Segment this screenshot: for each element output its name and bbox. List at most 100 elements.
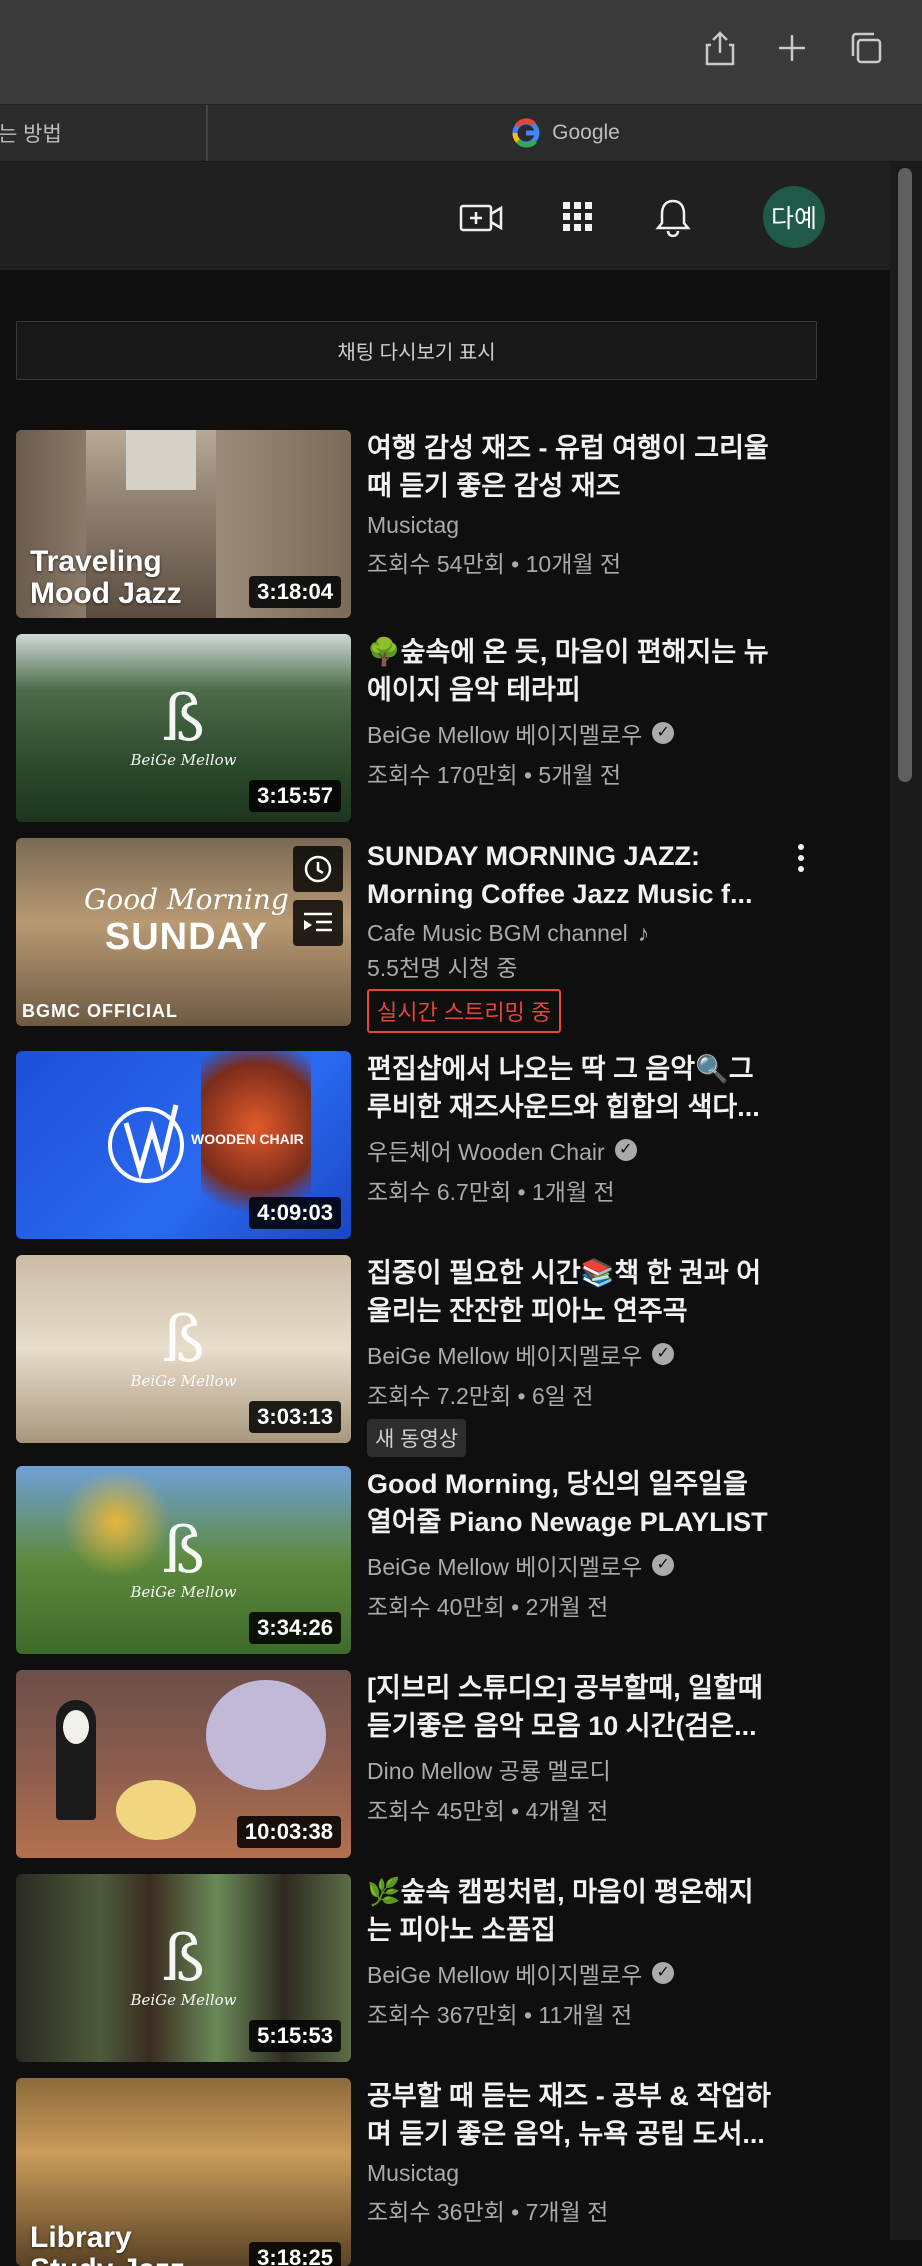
tab-previous[interactable]: 는 방법 [0, 105, 208, 161]
beige-mellow-logo: ß BeiGe Mellow [130, 682, 237, 769]
video-meta: 여행 감성 재즈 - 유럽 여행이 그리울 때 듣기 좋은 감성 재즈 Musi… [367, 430, 807, 579]
channel-name[interactable]: BeiGe Mellow 베이지멜로우 ✓ [367, 716, 807, 750]
video-duration: 3:03:13 [249, 1401, 341, 1433]
video-thumbnail[interactable]: Good Morning SUNDAY BGMC OFFICIAL [16, 838, 351, 1026]
browser-toolbar [0, 0, 922, 105]
video-title[interactable]: SUNDAY MORNING JAZZ: [367, 836, 807, 876]
list-item[interactable]: Good Morning SUNDAY BGMC OFFICIAL SUNDAY … [16, 838, 816, 1033]
live-viewers: 5.5천명 시청 중 [367, 955, 518, 981]
video-thumbnail[interactable]: ß BeiGe Mellow 3:15:57 [16, 634, 351, 822]
list-item[interactable]: ß BeiGe Mellow 3:15:57 🌳숲속에 온 듯, 마음이 편해지는… [16, 634, 816, 822]
avatar[interactable]: 다예 [763, 186, 825, 248]
thumbnail-title-text: Good Morning SUNDAY [84, 883, 289, 958]
video-title-line2[interactable]: 루비한 재즈사운드와 힙합의 색다... [367, 1087, 807, 1127]
channel-name[interactable]: BeiGe Mellow 베이지멜로우 ✓ [367, 1337, 807, 1371]
video-title[interactable]: 공부할 때 듣는 재즈 - 공부 & 작업하 [367, 2076, 807, 2116]
video-title-line2[interactable]: 열어줄 Piano Newage PLAYLIST [367, 1502, 807, 1542]
channel-name[interactable]: BeiGe Mellow 베이지멜로우 ✓ [367, 1956, 807, 1990]
video-thumbnail[interactable]: 10:03:38 [16, 1670, 351, 1858]
video-title-line2[interactable]: 듣기좋은 음악 모음 10 시간(검은... [367, 1706, 807, 1746]
video-thumbnail[interactable]: LibraryStudy Jazz 3:18:25 [16, 2078, 351, 2266]
video-meta: 공부할 때 듣는 재즈 - 공부 & 작업하 며 듣기 좋은 음악, 뉴욕 공립… [367, 2078, 807, 2227]
list-item[interactable]: 10:03:38 [지브리 스튜디오] 공부할때, 일할때 듣기좋은 음악 모음… [16, 1670, 816, 1858]
video-meta: 편집샵에서 나오는 딱 그 음악🔍그 루비한 재즈사운드와 힙합의 색다... … [367, 1051, 807, 1207]
add-to-queue-icon[interactable] [293, 900, 343, 946]
video-thumbnail[interactable]: ß BeiGe Mellow 3:34:26 [16, 1466, 351, 1654]
video-title-line2[interactable]: 때 듣기 좋은 감성 재즈 [367, 466, 807, 506]
beige-mellow-logo: ß BeiGe Mellow [130, 1514, 237, 1601]
thumbnail-title-text: LibraryStudy Jazz [30, 2221, 185, 2266]
video-stats: 조회수 54만회 • 10개월 전 [367, 551, 622, 577]
channel-name[interactable]: 우든체어 Wooden Chair ✓ [367, 1133, 807, 1167]
list-item[interactable]: ß BeiGe Mellow 5:15:53 🌿숲속 캠핑처럼, 마음이 평온해지… [16, 1874, 816, 2062]
verified-check-icon: ✓ [652, 1343, 675, 1365]
list-item[interactable]: LibraryStudy Jazz 3:18:25 공부할 때 듣는 재즈 - … [16, 2078, 816, 2266]
tab-google[interactable]: Google [208, 105, 922, 161]
video-stats: 조회수 36만회 • 7개월 전 [367, 2199, 609, 2225]
video-title[interactable]: 여행 감성 재즈 - 유럽 여행이 그리울 [367, 428, 807, 468]
channel-name[interactable]: Musictag [367, 2160, 807, 2187]
tab-label: 는 방법 [0, 123, 62, 146]
video-meta: 집중이 필요한 시간📚책 한 권과 어 울리는 잔잔한 피아노 연주곡 BeiG… [367, 1255, 807, 1457]
list-item[interactable]: ß BeiGe Mellow 3:34:26 Good Morning, 당신의 … [16, 1466, 816, 1654]
verified-check-icon: ✓ [652, 1554, 675, 1576]
youtube-header: 다예 [0, 162, 890, 270]
video-title[interactable]: 🌿숲속 캠핑처럼, 마음이 평온해지 [367, 1872, 807, 1912]
beige-mellow-logo: ß BeiGe Mellow [130, 1303, 237, 1390]
video-title-line2[interactable]: 에이지 음악 테라피 [367, 670, 807, 710]
video-duration: 5:15:53 [249, 2020, 341, 2052]
list-item[interactable]: WOODEN CHAIR 4:09:03 편집샵에서 나오는 딱 그 음악🔍그 … [16, 1051, 816, 1239]
scrollbar-thumb[interactable] [898, 168, 912, 782]
notifications-bell-icon[interactable] [648, 192, 698, 242]
video-thumbnail[interactable]: ß BeiGe Mellow 3:03:13 [16, 1255, 351, 1443]
video-duration: 3:15:57 [249, 780, 341, 812]
thumbnail-title-text: Traveling Mood Jazz [30, 545, 182, 610]
video-title[interactable]: 🌳숲속에 온 듯, 마음이 편해지는 뉴 [367, 632, 807, 672]
watch-later-icon[interactable] [293, 846, 343, 892]
channel-name[interactable]: Musictag [367, 512, 807, 539]
tab-label: Google [552, 121, 620, 144]
video-stats: 조회수 170만회 • 5개월 전 [367, 762, 622, 788]
video-duration: 4:09:03 [249, 1197, 341, 1229]
beige-mellow-logo: ß BeiGe Mellow [130, 1922, 237, 2009]
video-stats: 조회수 45만회 • 4개월 전 [367, 1798, 609, 1824]
share-icon[interactable] [698, 26, 742, 70]
video-title-line2[interactable]: 는 피아노 소품집 [367, 1910, 807, 1950]
wooden-chair-logo [108, 1104, 184, 1183]
more-options-icon[interactable] [786, 838, 816, 878]
video-meta: [지브리 스튜디오] 공부할때, 일할때 듣기좋은 음악 모음 10 시간(검은… [367, 1670, 807, 1826]
video-meta: SUNDAY MORNING JAZZ: Morning Coffee Jazz… [367, 838, 807, 1033]
new-tab-icon[interactable] [770, 26, 814, 70]
channel-name[interactable]: Dino Mellow 공룡 멜로디 [367, 1752, 807, 1786]
apps-grid-icon[interactable] [553, 192, 603, 242]
video-meta: Good Morning, 당신의 일주일을 열어줄 Piano Newage … [367, 1466, 807, 1622]
video-title[interactable]: Good Morning, 당신의 일주일을 [367, 1464, 807, 1504]
channel-brand-text: BGMC OFFICIAL [22, 1001, 178, 1021]
video-title-line2[interactable]: 며 듣기 좋은 음악, 뉴욕 공립 도서... [367, 2114, 807, 2154]
list-item[interactable]: Traveling Mood Jazz 3:18:04 여행 감성 재즈 - 유럽… [16, 430, 816, 618]
video-thumbnail[interactable]: ß BeiGe Mellow 5:15:53 [16, 1874, 351, 2062]
video-title[interactable]: 집중이 필요한 시간📚책 한 권과 어 [367, 1253, 807, 1293]
tabs-overview-icon[interactable] [844, 26, 888, 70]
video-stats: 조회수 40만회 • 2개월 전 [367, 1594, 609, 1620]
music-note-icon: ♪ [637, 920, 650, 946]
video-title-line2[interactable]: Morning Coffee Jazz Music f... [367, 874, 807, 914]
channel-name[interactable]: BeiGe Mellow 베이지멜로우 ✓ [367, 1548, 807, 1582]
channel-brand-text: WOODEN CHAIR [191, 1131, 304, 1147]
video-duration: 3:18:04 [249, 576, 341, 608]
show-chat-replay-button[interactable]: 채팅 다시보기 표시 [16, 321, 817, 380]
video-title[interactable]: 편집샵에서 나오는 딱 그 음악🔍그 [367, 1049, 807, 1089]
live-streaming-badge: 실시간 스트리밍 중 [367, 989, 562, 1033]
video-meta: 🌿숲속 캠핑처럼, 마음이 평온해지 는 피아노 소품집 BeiGe Mello… [367, 1874, 807, 2030]
list-item[interactable]: ß BeiGe Mellow 3:03:13 집중이 필요한 시간📚책 한 권과 … [16, 1255, 816, 1457]
video-duration: 10:03:38 [236, 1816, 341, 1848]
channel-name[interactable]: Cafe Music BGM channel ♪ [367, 920, 807, 947]
video-title-line2[interactable]: 울리는 잔잔한 피아노 연주곡 [367, 1291, 807, 1331]
new-video-badge: 새 동영상 [367, 1419, 467, 1457]
video-thumbnail[interactable]: Traveling Mood Jazz 3:18:04 [16, 430, 351, 618]
video-title[interactable]: [지브리 스튜디오] 공부할때, 일할때 [367, 1668, 807, 1708]
create-video-icon[interactable] [456, 192, 506, 242]
video-thumbnail[interactable]: WOODEN CHAIR 4:09:03 [16, 1051, 351, 1239]
tab-bar: 는 방법 Google [0, 105, 922, 162]
video-stats: 조회수 7.2만회 • 6일 전 [367, 1383, 594, 1409]
